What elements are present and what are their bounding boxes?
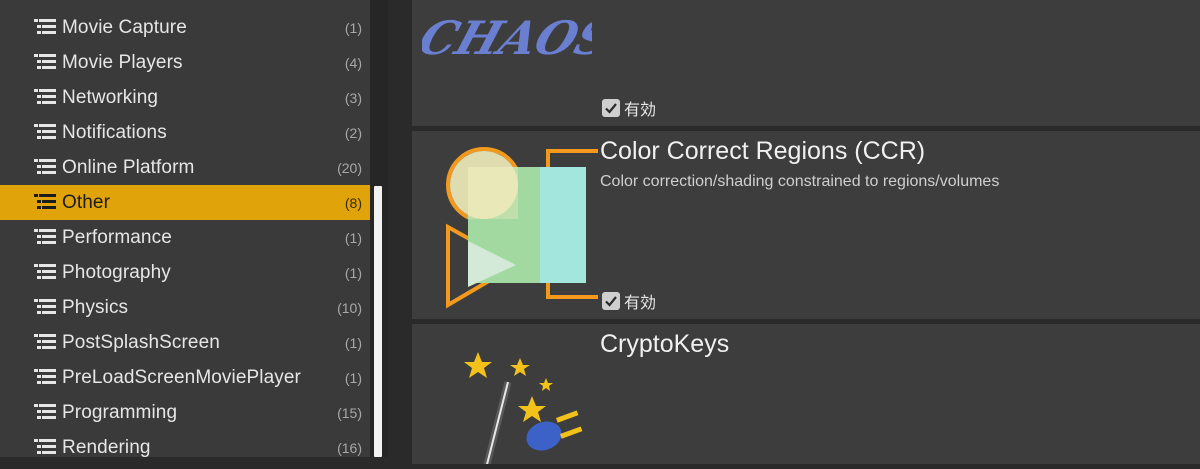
sidebar-item-movie-capture[interactable]: Movie Capture (1) — [0, 10, 370, 45]
sidebar-item-physics[interactable]: Physics (10) — [0, 290, 370, 325]
sidebar-item-label: Movie Capture — [62, 16, 187, 38]
sidebar-item-preloadscreenmovieplayer[interactable]: PreLoadScreenMoviePlayer (1) — [0, 360, 370, 395]
sidebar-item-count: (1) — [344, 264, 362, 281]
sidebar-item-performance[interactable]: Performance (1) — [0, 220, 370, 255]
sidebar-item-online-platform[interactable]: Online Platform (20) — [0, 150, 370, 185]
sidebar-item-label: Rendering — [62, 436, 151, 458]
list-tree-icon — [34, 19, 56, 34]
sidebar-item-count: (3) — [344, 89, 362, 106]
sidebar-item-count: (2) — [344, 124, 362, 141]
list-tree-icon — [34, 264, 56, 279]
svg-text:CHAOS: CHAOS — [422, 12, 592, 66]
list-tree-icon — [34, 194, 56, 209]
checkbox-icon[interactable] — [602, 292, 620, 310]
enable-toggle[interactable]: 有効 — [602, 289, 656, 313]
sidebar-item-networking[interactable]: Networking (3) — [0, 80, 370, 115]
enable-toggle[interactable]: 有効 — [602, 96, 656, 120]
sidebar-item-notifications[interactable]: Notifications (2) — [0, 115, 370, 150]
sidebar-item-label: Other — [62, 191, 111, 213]
sidebar-item-photography[interactable]: Photography (1) — [0, 255, 370, 290]
enabled-label: 有効 — [624, 102, 657, 119]
sidebar-item-movie-players[interactable]: Movie Players (4) — [0, 45, 370, 80]
list-tree-icon — [34, 54, 56, 69]
list-tree-icon — [34, 404, 56, 419]
sidebar-item-count: (15) — [337, 404, 362, 421]
plugin-card-ccr[interactable]: Color Correct Regions (CCR) Color correc… — [412, 131, 1200, 319]
sidebar-item-label: PreLoadScreenMoviePlayer — [62, 366, 301, 388]
plugin-card-chaos[interactable]: CHAOS 有効 — [412, 0, 1200, 126]
sidebar-item-label: Photography — [62, 261, 171, 283]
sidebar-item-label: PostSplashScreen — [62, 331, 220, 353]
sidebar-item-count: (20) — [337, 159, 362, 176]
list-tree-icon — [34, 439, 56, 454]
sidebar-item-label: Movie Players — [62, 51, 183, 73]
sidebar-item-postsplashscreen[interactable]: PostSplashScreen (1) — [0, 325, 370, 360]
list-tree-icon — [34, 369, 56, 384]
list-tree-icon — [34, 124, 56, 139]
list-tree-icon — [34, 334, 56, 349]
plugin-title: Color Correct Regions (CCR) — [600, 137, 926, 165]
sidebar-item-count: (10) — [337, 299, 362, 316]
sidebar-scrollbar-thumb[interactable] — [374, 186, 382, 457]
category-sidebar: Movie Capture (1) Movie Players (4) Networki… — [0, 0, 370, 458]
plugin-list: CHAOS 有効 Color Correct Regions (CCR) Col… — [392, 0, 1200, 469]
list-tree-icon — [34, 89, 56, 104]
sidebar-item-count: (1) — [344, 334, 362, 351]
sidebar-item-label: Networking — [62, 86, 159, 108]
list-tree-icon — [34, 299, 56, 314]
plugin-title: CryptoKeys — [600, 330, 730, 358]
sidebar-item-label: Notifications — [62, 121, 167, 143]
sidebar-item-label: Performance — [62, 226, 172, 248]
list-tree-icon — [34, 159, 56, 174]
chaos-logo: CHAOS — [412, 0, 618, 82]
sidebar-item-other[interactable]: Other (8) — [0, 185, 370, 220]
cryptokeys-logo — [422, 344, 598, 469]
sidebar-item-programming[interactable]: Programming (15) — [0, 395, 370, 430]
sidebar-item-count: (1) — [344, 19, 362, 36]
checkbox-icon[interactable] — [602, 99, 620, 117]
sidebar-item-rendering[interactable]: Rendering (16) — [0, 430, 370, 465]
list-tree-icon — [34, 229, 56, 244]
ccr-logo — [422, 137, 608, 313]
sidebar-item-label: Online Platform — [62, 156, 195, 178]
sidebar-item-count: (1) — [344, 369, 362, 386]
sidebar-item-label: Programming — [62, 401, 178, 423]
enabled-label: 有効 — [624, 295, 657, 312]
sidebar-item-count: (8) — [344, 194, 362, 211]
plugin-description: Color correction/shading constrained to … — [600, 173, 1000, 190]
sidebar-item-count: (16) — [337, 439, 362, 456]
sidebar-item-count: (1) — [344, 229, 362, 246]
sidebar-item-label: Physics — [62, 296, 129, 318]
plugin-card-cryptokeys[interactable]: CryptoKeys — [412, 324, 1200, 469]
sidebar-item-count: (4) — [344, 54, 362, 71]
